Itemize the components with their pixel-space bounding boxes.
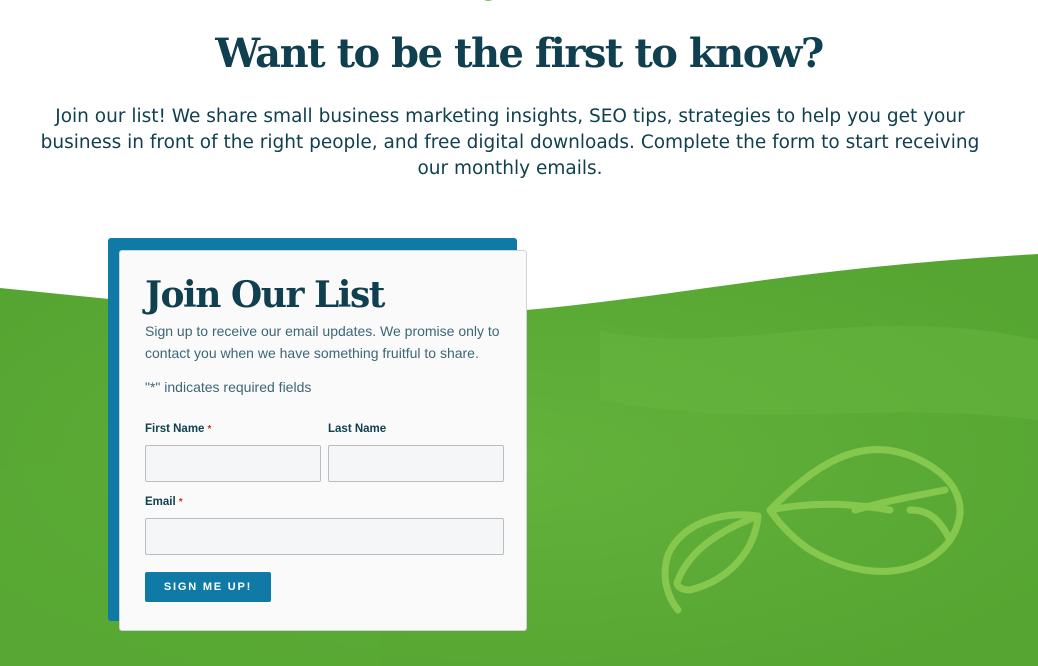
intro-text: Join our list! We share small business m… xyxy=(40,106,980,179)
required-marker: * xyxy=(178,497,183,508)
last-name-field[interactable] xyxy=(328,445,504,482)
email-label: Email * xyxy=(145,496,183,508)
leaves-outline-icon xyxy=(661,446,964,614)
form-title: Join Our List xyxy=(145,274,385,316)
sign-me-up-button[interactable]: SIGN ME UP! xyxy=(145,572,271,602)
first-name-field[interactable] xyxy=(145,445,321,482)
required-marker: * xyxy=(207,424,212,435)
last-name-label: Last Name xyxy=(328,423,387,435)
page-heading: Want to be the first to know? xyxy=(215,30,824,77)
email-field[interactable] xyxy=(145,518,504,555)
signup-card: Join Our List Sign up to receive our ema… xyxy=(119,250,527,631)
leaf-icon xyxy=(484,0,493,1)
required-fields-note: "*" indicates required fields xyxy=(145,379,312,395)
first-name-label: First Name * xyxy=(145,423,212,435)
form-description: Sign up to receive our email updates. We… xyxy=(145,323,500,361)
